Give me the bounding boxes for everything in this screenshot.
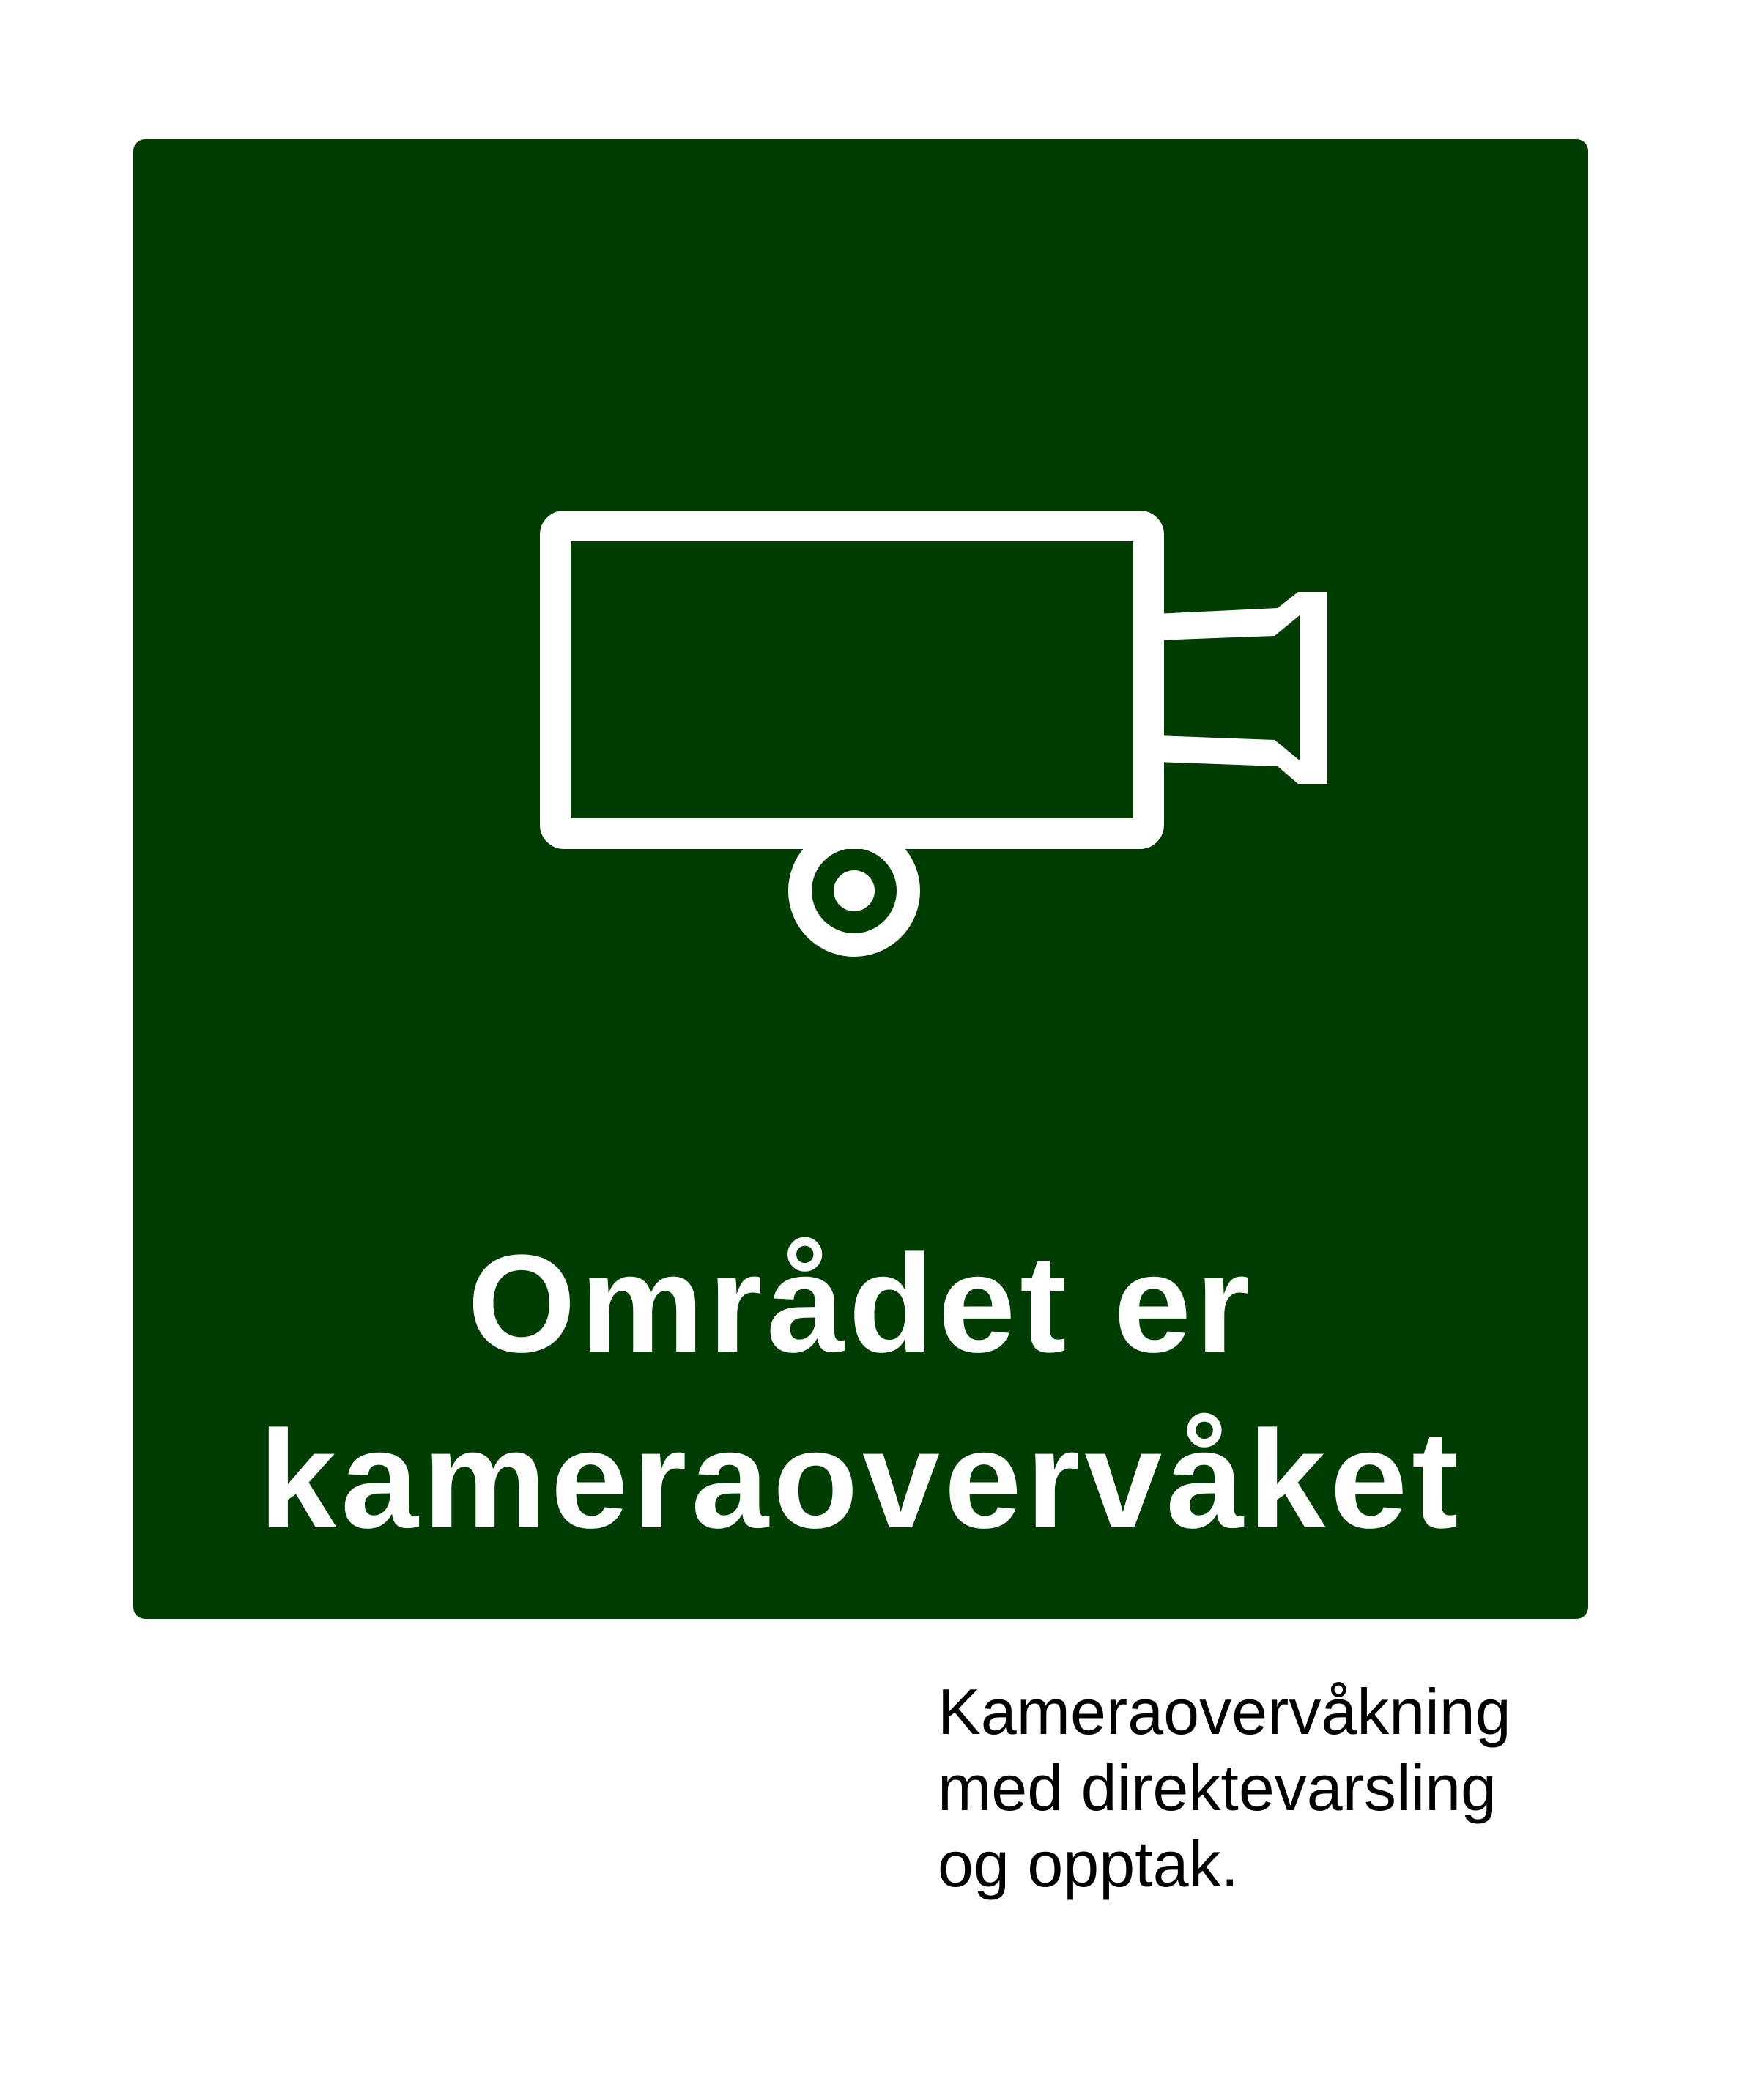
caption-line-2: med direktevarsling [938,1752,1497,1824]
headline-line-1: Området er [467,1226,1254,1382]
caption-line-3: og opptak. [938,1828,1239,1900]
caption-line-1: Kameraovervåkning [938,1675,1511,1748]
headline-line-2: kameraovervåket [259,1402,1463,1557]
caption: Kameraovervåkning med direktevarsling og… [938,1674,1743,1902]
security-camera-icon [540,511,1327,957]
